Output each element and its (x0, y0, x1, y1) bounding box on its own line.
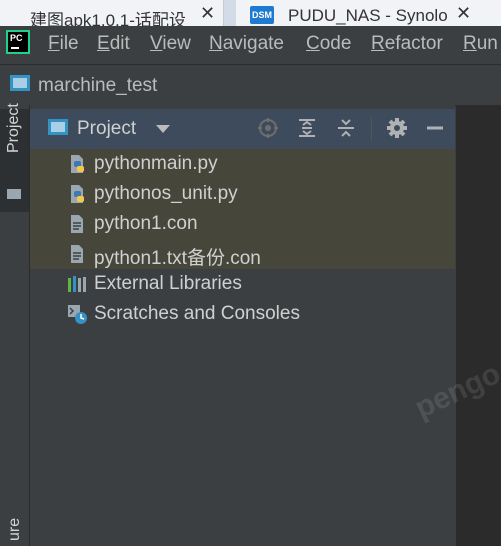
scratches-icon (68, 305, 87, 324)
browser-tab-strip: 建图apk1.0.1-话配设 ✕ DSM PUDU_NAS - Synolo ✕ (0, 0, 501, 26)
breadcrumb: marchine_test (0, 64, 501, 106)
logo-text: PC (10, 33, 23, 43)
tree-item[interactable]: External Libraries (30, 269, 455, 299)
locate-icon[interactable] (257, 117, 279, 139)
tree-item-label: python1.txt备份.con (94, 248, 261, 269)
settings-gear-icon[interactable] (386, 117, 408, 139)
browser-tab-title: 建图apk1.0.1-话配设 (30, 11, 186, 26)
menu-file[interactable]: File (48, 33, 79, 55)
tree-item-label: External Libraries (94, 273, 242, 294)
python-file-icon (71, 155, 84, 173)
browser-tab[interactable]: DSM PUDU_NAS - Synolo ✕ (236, 0, 501, 26)
menu-navigate[interactable]: Navigate (209, 33, 284, 55)
breadcrumb-project[interactable]: marchine_test (38, 75, 157, 97)
text-file-icon (71, 245, 83, 263)
menu-run[interactable]: Run (463, 33, 498, 55)
toolbar-divider (371, 117, 372, 141)
expand-all-icon[interactable] (296, 117, 318, 139)
tree-item[interactable]: python1.txt备份.con (30, 239, 455, 269)
menu-bar: PC File Edit View Navigate Code Refactor… (0, 26, 501, 62)
project-tool-label: Project (5, 103, 22, 153)
chevron-down-icon[interactable] (156, 125, 170, 133)
panel-title[interactable]: Project (77, 118, 136, 140)
tree-item-label: pythonos_unit.py (94, 183, 238, 204)
minimize-icon[interactable] (424, 117, 446, 139)
python-file-icon (71, 185, 84, 203)
dsm-icon: DSM (250, 6, 274, 24)
tree-item-label: pythonmain.py (94, 153, 218, 174)
pycharm-logo-icon: PC (6, 30, 30, 54)
tree-item[interactable]: python1.con (30, 209, 455, 239)
project-tool-tab[interactable]: Project (0, 103, 29, 212)
libraries-icon (68, 276, 86, 292)
menu-view[interactable]: View (150, 33, 191, 55)
tree-item[interactable]: pythonos_unit.py (30, 179, 455, 209)
close-icon[interactable]: ✕ (456, 3, 471, 24)
text-file-icon (71, 215, 83, 233)
project-panel: Project pythonmain.py pythonos_unit.py p… (30, 105, 455, 546)
folder-icon (7, 189, 21, 199)
browser-tab-title: PUDU_NAS - Synolo (288, 6, 448, 25)
project-view-icon (48, 119, 68, 135)
tree-item-label: Scratches and Consoles (94, 303, 300, 324)
project-panel-header: Project (30, 109, 455, 149)
browser-tab[interactable]: 建图apk1.0.1-话配设 ✕ (0, 0, 224, 26)
tree-item-label: python1.con (94, 213, 198, 234)
project-folder-icon (10, 75, 30, 91)
menu-code[interactable]: Code (306, 33, 351, 55)
tree-item[interactable]: pythonmain.py (30, 149, 455, 179)
editor-area[interactable] (456, 105, 501, 546)
menu-edit[interactable]: Edit (97, 33, 130, 55)
collapse-all-icon[interactable] (335, 117, 357, 139)
menu-refactor[interactable]: Refactor (371, 33, 443, 55)
close-icon[interactable]: ✕ (200, 3, 215, 24)
structure-tool-label[interactable]: ure (6, 518, 24, 541)
tree-item[interactable]: Scratches and Consoles (30, 299, 455, 329)
left-tool-stripe: Project (0, 103, 30, 546)
